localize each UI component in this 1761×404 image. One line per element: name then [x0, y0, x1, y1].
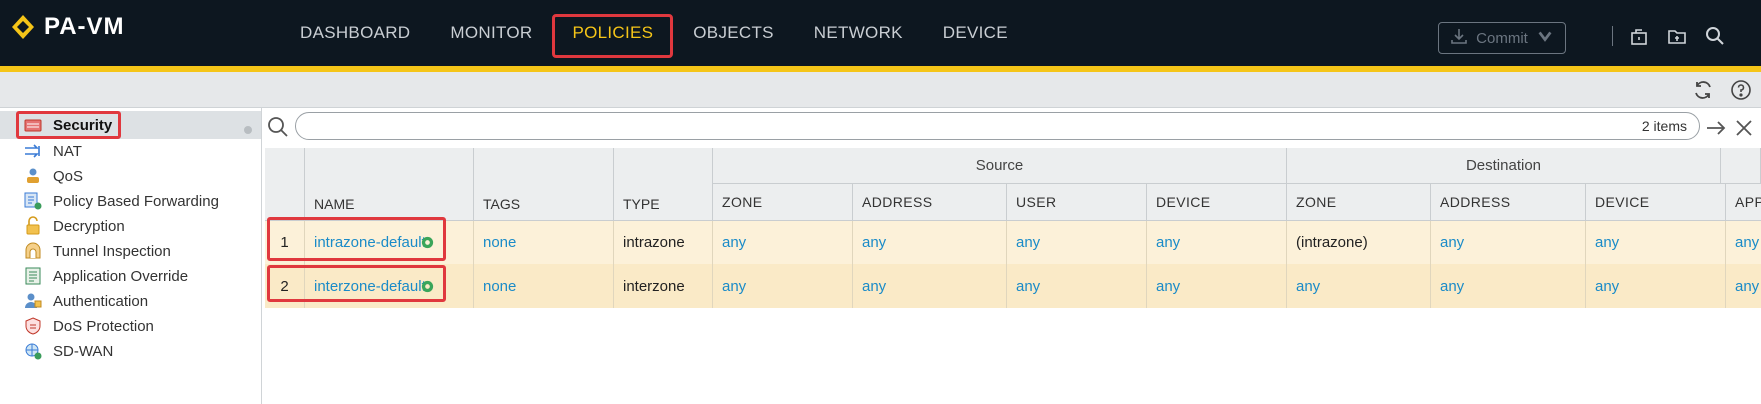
nav-objects[interactable]: OBJECTS	[673, 0, 794, 66]
source-zone-cell[interactable]: any	[713, 221, 853, 264]
destination-address-cell[interactable]: any	[1431, 264, 1586, 308]
item-count: 2 items	[1641, 118, 1687, 134]
top-navigation-bar: PA-VM DASHBOARD MONITOR POLICIES OBJECTS…	[0, 0, 1761, 66]
header-type[interactable]: TYPE	[614, 148, 713, 221]
source-device-cell[interactable]: any	[1147, 264, 1287, 308]
sidebar-item-security[interactable]: Security	[22, 112, 112, 138]
sidebar-item-label: NAT	[53, 142, 82, 160]
source-user-cell[interactable]: any	[1007, 264, 1147, 308]
header-source-address[interactable]: ADDRESS	[853, 184, 1007, 221]
header-source-user[interactable]: USER	[1007, 184, 1147, 221]
sidebar-item-nat[interactable]: NAT	[22, 138, 82, 164]
security-rule-icon	[22, 114, 44, 136]
rule-highlight-box	[267, 217, 446, 261]
lock-config-icon[interactable]	[1627, 24, 1651, 48]
sidebar-item-label: Tunnel Inspection	[53, 242, 171, 260]
destination-address-cell[interactable]: any	[1431, 221, 1586, 264]
header-destination-device[interactable]: DEVICE	[1586, 184, 1726, 221]
chevron-down-icon	[1536, 27, 1554, 49]
commit-label: Commit	[1476, 29, 1528, 47]
app-logo[interactable]: PA-VM	[10, 12, 125, 42]
tags-cell[interactable]: none	[474, 264, 614, 308]
sidebar-item-label: SD-WAN	[53, 342, 114, 360]
sidebar-scroll-indicator	[244, 126, 252, 134]
nat-icon	[22, 140, 44, 162]
destination-zone-cell[interactable]: any	[1287, 264, 1431, 308]
sd-wan-icon	[22, 340, 44, 362]
sidebar-item-label: Application Override	[53, 267, 189, 285]
source-device-cell[interactable]: any	[1147, 221, 1287, 264]
help-icon[interactable]	[1729, 78, 1753, 102]
sidebar-item-tunnel-inspection[interactable]: Tunnel Inspection	[22, 238, 171, 264]
header-tags[interactable]: TAGS	[474, 148, 614, 221]
sidebar-item-label: DoS Protection	[53, 317, 154, 335]
tags-cell[interactable]: none	[474, 221, 614, 264]
nav-policies[interactable]: POLICIES	[552, 0, 674, 66]
sidebar-item-policy-based-forwarding[interactable]: Policy Based Forwarding	[22, 188, 219, 214]
type-cell: intrazone	[614, 221, 713, 264]
clear-filter-close-icon[interactable]	[1732, 116, 1756, 140]
nav-network[interactable]: NETWORK	[794, 0, 923, 66]
main-nav: DASHBOARD MONITOR POLICIES OBJECTS NETWO…	[280, 0, 1028, 66]
source-address-cell[interactable]: any	[853, 221, 1007, 264]
header-rownum	[265, 148, 305, 221]
source-user-cell[interactable]: any	[1007, 221, 1147, 264]
header-source-device[interactable]: DEVICE	[1147, 184, 1287, 221]
header-group-source: Source	[713, 148, 1287, 184]
nav-dashboard[interactable]: DASHBOARD	[280, 0, 430, 66]
search-icon[interactable]	[266, 115, 290, 139]
pbf-icon	[22, 190, 44, 212]
application-cell[interactable]: any	[1726, 221, 1761, 264]
top-right-icons	[1612, 24, 1727, 48]
apply-filter-arrow-icon[interactable]	[1704, 116, 1728, 140]
sidebar-item-label: Security	[53, 116, 113, 134]
authentication-icon	[22, 290, 44, 312]
sidebar-item-label: QoS	[53, 167, 84, 185]
dos-protection-icon	[22, 315, 44, 337]
type-cell: interzone	[614, 264, 713, 308]
source-zone-cell[interactable]: any	[713, 264, 853, 308]
sidebar-item-label: Authentication	[53, 292, 149, 310]
sidebar-item-application-override[interactable]: Application Override	[22, 263, 188, 289]
security-rules-table: NAME TAGS TYPE Source Destination ZONE A…	[265, 148, 1761, 404]
logo-icon	[10, 14, 36, 40]
nav-monitor[interactable]: MONITOR	[430, 0, 552, 66]
filter-input[interactable]: 2 items	[295, 112, 1700, 140]
header-name[interactable]: NAME	[305, 148, 474, 221]
destination-device-cell[interactable]: any	[1586, 264, 1726, 308]
header-group-blank	[1721, 148, 1761, 184]
app-name: PA-VM	[44, 13, 125, 40]
destination-device-cell[interactable]: any	[1586, 221, 1726, 264]
application-override-icon	[22, 265, 44, 287]
sidebar-item-decryption[interactable]: Decryption	[22, 213, 125, 239]
header-destination-zone[interactable]: ZONE	[1287, 184, 1431, 221]
application-cell[interactable]: any	[1726, 264, 1761, 308]
nav-device[interactable]: DEVICE	[923, 0, 1028, 66]
header-source-zone[interactable]: ZONE	[713, 184, 853, 221]
source-address-cell[interactable]: any	[853, 264, 1007, 308]
qos-icon	[22, 165, 44, 187]
sidebar-item-dos-protection[interactable]: DoS Protection	[22, 313, 154, 339]
destination-zone-cell: (intrazone)	[1287, 221, 1431, 264]
page-toolbar	[0, 72, 1761, 108]
header-application[interactable]: APP	[1726, 184, 1761, 221]
config-folder-icon[interactable]	[1665, 24, 1689, 48]
sidebar-item-authentication[interactable]: Authentication	[22, 288, 148, 314]
header-group-destination: Destination	[1287, 148, 1721, 184]
sidebar-item-qos[interactable]: QoS	[22, 163, 83, 189]
commit-button[interactable]: Commit	[1438, 22, 1566, 54]
refresh-icon[interactable]	[1691, 78, 1715, 102]
header-destination-address[interactable]: ADDRESS	[1431, 184, 1586, 221]
sidebar-item-label: Decryption	[53, 217, 125, 235]
tunnel-inspection-icon	[22, 240, 44, 262]
sidebar-item-label: Policy Based Forwarding	[53, 192, 219, 210]
decryption-lock-icon	[22, 215, 44, 237]
rule-highlight-box	[267, 265, 446, 302]
sidebar-item-sd-wan[interactable]: SD-WAN	[22, 338, 113, 364]
commit-icon	[1450, 27, 1468, 49]
search-icon[interactable]	[1703, 24, 1727, 48]
policy-sidebar: Security NAT QoS Policy Based Forwarding…	[0, 108, 262, 404]
divider	[1612, 26, 1613, 46]
